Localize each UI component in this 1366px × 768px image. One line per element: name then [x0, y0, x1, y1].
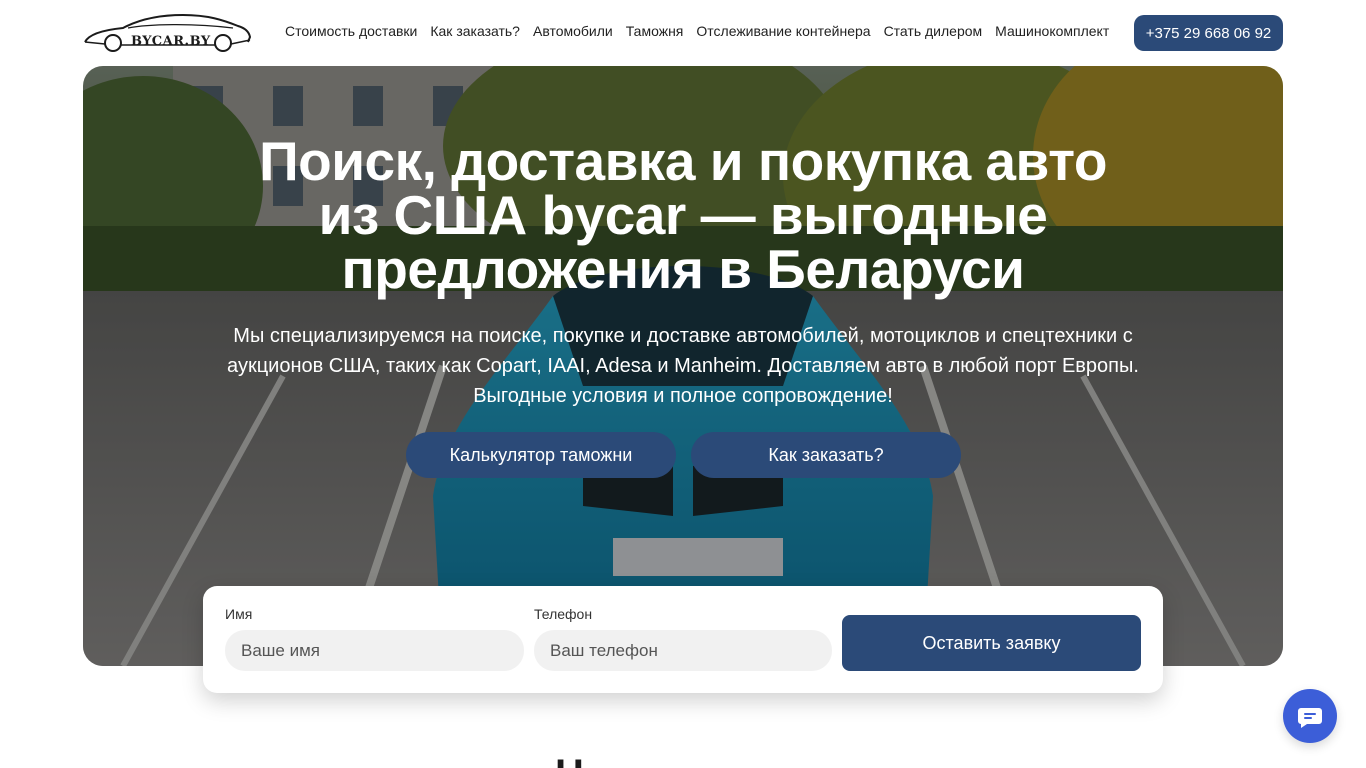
submit-request-button[interactable]: Оставить заявку	[842, 615, 1141, 671]
hero-section: Поиск, доставка и покупка авто из США by…	[83, 66, 1283, 666]
phone-button[interactable]: +375 29 668 06 92	[1134, 15, 1283, 51]
customs-calculator-button[interactable]: Калькулятор таможни	[406, 432, 676, 478]
phone-input[interactable]	[534, 630, 832, 671]
request-form: Имя Телефон Оставить заявку	[203, 586, 1163, 693]
logo-text: BYCAR.BY	[131, 34, 211, 49]
main-nav: Стоимость доставки Как заказать? Автомоб…	[285, 23, 1122, 39]
chat-bubble-icon	[1298, 708, 1322, 728]
nav-item-customs[interactable]: Таможня	[626, 23, 684, 39]
nav-item-cars[interactable]: Автомобили	[533, 23, 613, 39]
how-to-order-button[interactable]: Как заказать?	[691, 432, 961, 478]
nav-item-container-tracking[interactable]: Отслеживание контейнера	[696, 23, 870, 39]
site-logo[interactable]: BYCAR.BY	[83, 12, 253, 54]
site-header: BYCAR.BY Стоимость доставки Как заказать…	[0, 0, 1366, 66]
name-input[interactable]	[225, 630, 524, 671]
hero-subtitle: Мы специализируемся на поиске, покупке и…	[227, 325, 1139, 407]
name-label: Имя	[225, 606, 253, 622]
hero-title: Поиск, доставка и покупка авто из США by…	[259, 130, 1107, 300]
chat-widget-button[interactable]	[1283, 689, 1337, 743]
nav-item-delivery-cost[interactable]: Стоимость доставки	[285, 23, 417, 39]
nav-item-car-kit[interactable]: Машинокомплект	[995, 23, 1109, 39]
nav-item-how-to-order[interactable]: Как заказать?	[430, 23, 520, 39]
nav-item-become-dealer[interactable]: Стать дилером	[884, 23, 983, 39]
next-section-heading: Н	[555, 752, 584, 768]
phone-label: Телефон	[534, 606, 593, 622]
